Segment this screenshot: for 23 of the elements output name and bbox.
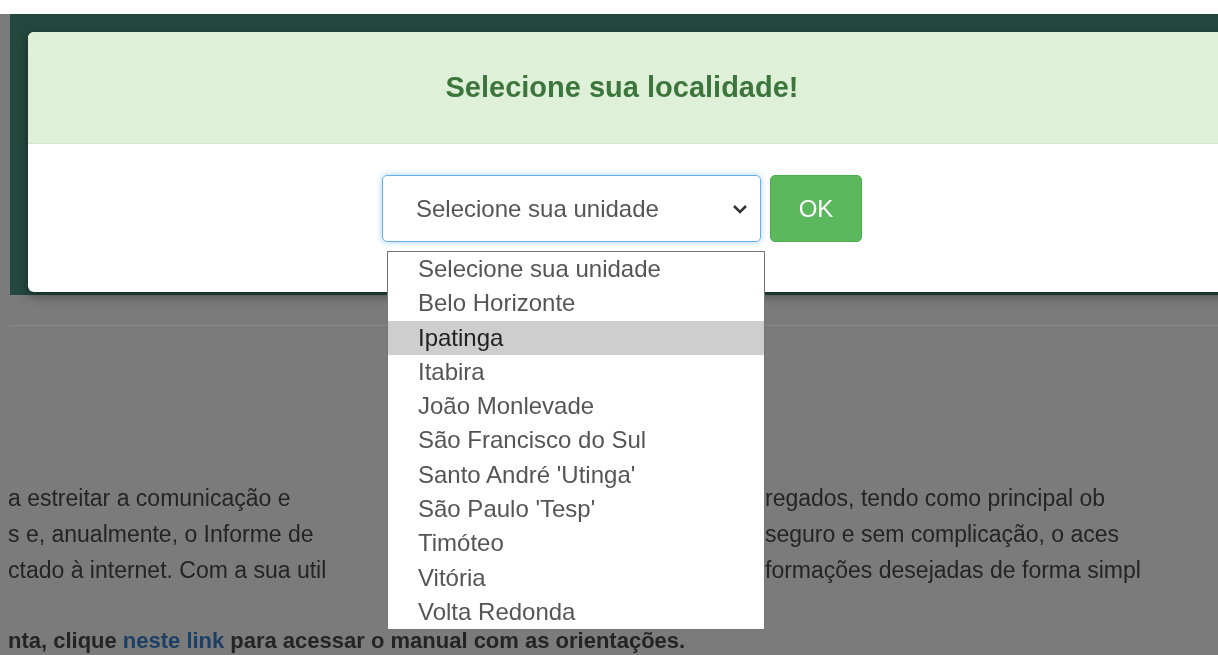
paragraph-text: a estreitar a comunicação e <box>8 484 292 513</box>
dropdown-option[interactable]: Timóteo <box>388 526 764 561</box>
paragraph-text: formações desejadas de forma simpl <box>765 556 1141 585</box>
chevron-icon <box>732 203 748 214</box>
instruction-text: nta, clique <box>8 628 117 654</box>
dropdown-option[interactable]: João Monlevade <box>388 389 764 424</box>
dropdown-option[interactable]: Santo André 'Utinga' <box>388 457 764 493</box>
instruction-text: para acessar o manual com as orientações. <box>230 628 686 654</box>
dropdown-option[interactable]: Volta Redonda <box>388 594 764 630</box>
dropdown-option[interactable]: São Paulo 'Tesp' <box>388 492 764 527</box>
dropdown-option[interactable]: Itabira <box>388 354 764 390</box>
paragraph-text: regados, tendo como principal ob <box>765 484 1106 513</box>
dropdown-option[interactable]: São Francisco do Sul <box>388 423 764 458</box>
select-value: Selecione sua unidade <box>416 194 659 223</box>
dropdown-option[interactable]: Ipatinga <box>388 320 764 355</box>
dropdown-option[interactable]: Belo Horizonte <box>388 286 764 321</box>
dropdown-option[interactable]: Vitória <box>388 560 764 595</box>
dialog-title: Selecione sua localidade! <box>445 71 799 104</box>
dropdown-option[interactable]: Selecione sua unidade <box>388 252 764 287</box>
paragraph-text: s e, anualmente, o Informe de <box>8 520 315 549</box>
paragraph-text: seguro e sem complicação, o aces <box>765 520 1120 549</box>
paragraph-text: ctado à internet. Com a sua util <box>8 556 328 585</box>
unit-select[interactable]: Selecione sua unidade <box>382 175 761 242</box>
